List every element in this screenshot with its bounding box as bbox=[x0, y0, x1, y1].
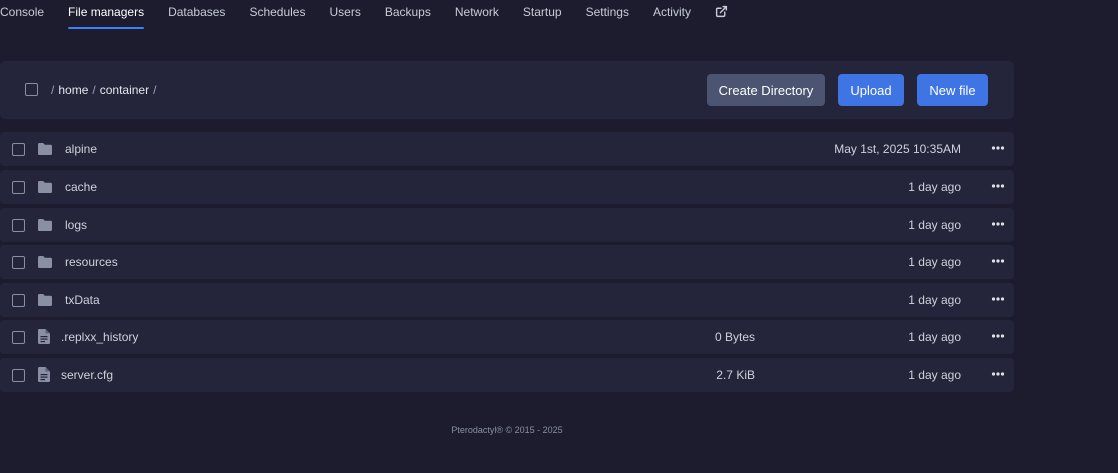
breadcrumb-separator: / bbox=[153, 83, 157, 97]
file-text-icon bbox=[38, 329, 54, 344]
more-options-icon[interactable] bbox=[990, 179, 1006, 193]
more-options-icon[interactable] bbox=[990, 329, 1006, 343]
tab-file-managers[interactable]: File managers bbox=[68, 0, 145, 30]
create-directory-button[interactable]: Create Directory bbox=[707, 74, 825, 106]
breadcrumb: / home / container / bbox=[51, 83, 160, 97]
more-options-icon[interactable] bbox=[990, 217, 1006, 231]
select-all-checkbox[interactable] bbox=[25, 83, 38, 96]
file-modified: May 1st, 2025 10:35AM bbox=[834, 142, 961, 156]
file-modified: 1 day ago bbox=[908, 293, 961, 307]
file-name[interactable]: resources bbox=[65, 255, 118, 269]
breadcrumb-separator: / bbox=[92, 83, 96, 97]
file-name[interactable]: .replxx_history bbox=[61, 330, 138, 344]
page: Console File managers Databases Schedule… bbox=[0, 0, 1118, 473]
tab-console[interactable]: Console bbox=[0, 0, 44, 30]
breadcrumb-container[interactable]: container bbox=[100, 83, 149, 97]
external-link-icon[interactable] bbox=[715, 0, 728, 23]
row-checkbox[interactable] bbox=[12, 331, 25, 344]
more-options-icon[interactable] bbox=[990, 292, 1006, 306]
tab-backups[interactable]: Backups bbox=[385, 0, 431, 30]
row-checkbox[interactable] bbox=[12, 143, 25, 156]
file-row-server-cfg[interactable]: server.cfg 2.7 KiB 1 day ago bbox=[0, 358, 1014, 392]
row-checkbox[interactable] bbox=[12, 181, 25, 194]
file-name[interactable]: alpine bbox=[65, 142, 97, 156]
file-modified: 1 day ago bbox=[908, 180, 961, 194]
folder-icon bbox=[37, 180, 53, 194]
breadcrumb-separator: / bbox=[51, 83, 55, 97]
file-row-replxx-history[interactable]: .replxx_history 0 Bytes 1 day ago bbox=[0, 320, 1014, 354]
tab-settings[interactable]: Settings bbox=[586, 0, 629, 30]
folder-icon bbox=[37, 142, 53, 156]
file-size: 0 Bytes bbox=[714, 330, 755, 344]
more-options-icon[interactable] bbox=[990, 141, 1006, 155]
more-options-icon[interactable] bbox=[990, 367, 1006, 381]
file-name[interactable]: logs bbox=[65, 218, 87, 232]
file-text-icon bbox=[38, 367, 54, 382]
row-checkbox[interactable] bbox=[12, 369, 25, 382]
footer-copyright: Pterodactyl® © 2015 - 2025 bbox=[451, 425, 563, 435]
row-checkbox[interactable] bbox=[12, 294, 25, 307]
tab-startup[interactable]: Startup bbox=[523, 0, 562, 30]
file-row-cache[interactable]: cache 1 day ago bbox=[0, 170, 1014, 204]
new-file-button[interactable]: New file bbox=[917, 74, 988, 106]
breadcrumb-home[interactable]: home bbox=[58, 83, 88, 97]
more-options-icon[interactable] bbox=[990, 254, 1006, 268]
tab-users[interactable]: Users bbox=[329, 0, 360, 30]
tab-databases[interactable]: Databases bbox=[168, 0, 225, 30]
file-name[interactable]: txData bbox=[65, 293, 100, 307]
file-row-alpine[interactable]: alpine May 1st, 2025 10:35AM bbox=[0, 132, 1014, 166]
row-checkbox[interactable] bbox=[12, 219, 25, 232]
file-modified: 1 day ago bbox=[908, 218, 961, 232]
file-row-resources[interactable]: resources 1 day ago bbox=[0, 245, 1014, 279]
folder-icon bbox=[37, 218, 53, 232]
file-name[interactable]: server.cfg bbox=[61, 368, 113, 382]
file-row-txdata[interactable]: txData 1 day ago bbox=[0, 283, 1014, 317]
file-toolbar: / home / container / Create Directory Upload… bbox=[0, 61, 1014, 119]
file-row-logs[interactable]: logs 1 day ago bbox=[0, 208, 1014, 242]
file-modified: 1 day ago bbox=[908, 368, 961, 382]
tab-schedules[interactable]: Schedules bbox=[249, 0, 305, 30]
file-size: 2.7 KiB bbox=[716, 368, 755, 382]
folder-icon bbox=[37, 255, 53, 269]
tab-network[interactable]: Network bbox=[455, 0, 499, 30]
file-modified: 1 day ago bbox=[908, 255, 961, 269]
tab-activity[interactable]: Activity bbox=[653, 0, 691, 30]
server-nav: Console File managers Databases Schedule… bbox=[0, 0, 1118, 30]
file-modified: 1 day ago bbox=[908, 330, 961, 344]
folder-icon bbox=[37, 293, 53, 307]
upload-button[interactable]: Upload bbox=[838, 74, 904, 106]
row-checkbox[interactable] bbox=[12, 256, 25, 269]
file-name[interactable]: cache bbox=[65, 180, 97, 194]
